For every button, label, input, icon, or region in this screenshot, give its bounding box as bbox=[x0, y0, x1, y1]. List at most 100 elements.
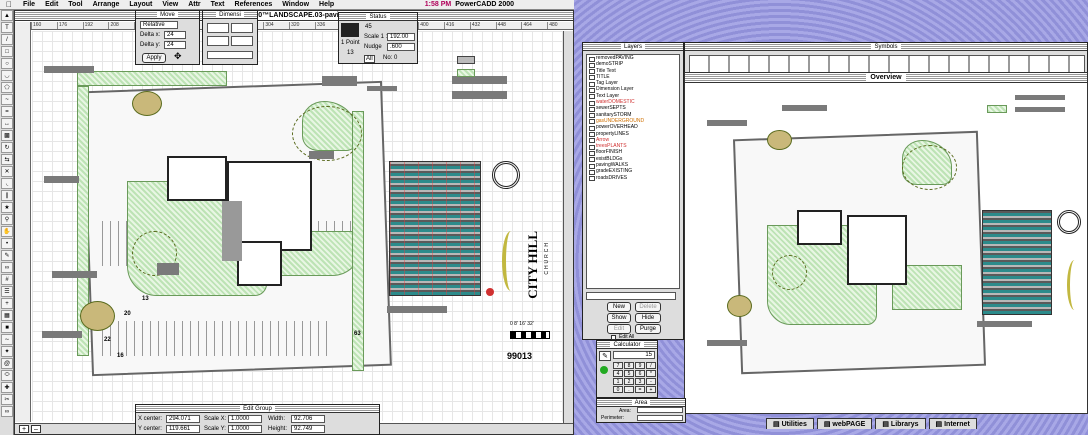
menu-help[interactable]: Help bbox=[314, 1, 339, 8]
calculator-pencil-icon[interactable]: ✎ bbox=[599, 351, 611, 361]
calc-key[interactable]: 1 bbox=[613, 378, 623, 385]
calc-key[interactable]: 2 bbox=[624, 378, 634, 385]
hatch-tool-icon[interactable]: ▦ bbox=[1, 310, 13, 321]
height-field[interactable]: 92.749 bbox=[291, 425, 325, 433]
aerial-photo[interactable] bbox=[389, 161, 481, 296]
dimension-field[interactable] bbox=[207, 51, 253, 59]
dimension-style-icon[interactable] bbox=[231, 36, 253, 46]
apply-button[interactable]: Apply bbox=[142, 53, 166, 63]
rectangle-tool-icon[interactable]: □ bbox=[1, 46, 13, 57]
application-menu[interactable]: PowerCADD 2000 bbox=[455, 1, 574, 8]
purge-layer-button[interactable]: Purge bbox=[635, 324, 661, 334]
layers-list[interactable]: removedPAVING demoSTRIP Title Text TITLE… bbox=[586, 54, 680, 289]
menu-window[interactable]: Window bbox=[277, 1, 314, 8]
snap-tool-icon[interactable]: + bbox=[1, 298, 13, 309]
tab-utilities[interactable]: ▤ Utilities bbox=[766, 418, 814, 429]
calculator-titlebar[interactable]: Calculator bbox=[597, 341, 657, 349]
drawing-canvas[interactable]: 13 20 22 16 63 CITY HILL CHURCH 0 8' 16'… bbox=[32, 31, 572, 421]
fillet-tool-icon[interactable]: ◟ bbox=[1, 178, 13, 189]
spline-tool-icon[interactable]: ∼ bbox=[1, 334, 13, 345]
edit-group-titlebar[interactable]: Edit Group bbox=[136, 405, 379, 413]
layers-titlebar[interactable]: Layers bbox=[583, 43, 683, 51]
overview-canvas[interactable] bbox=[687, 85, 1087, 413]
mirror-tool-icon[interactable]: ⇆ bbox=[1, 154, 13, 165]
calc-key[interactable]: 7 bbox=[613, 362, 623, 369]
calculator-power-icon[interactable] bbox=[600, 366, 608, 374]
circle-tool-icon[interactable]: ○ bbox=[1, 58, 13, 69]
symbol-tool-icon[interactable]: ★ bbox=[1, 202, 13, 213]
calc-key[interactable]: 9 bbox=[635, 362, 645, 369]
menu-layout[interactable]: Layout bbox=[124, 1, 157, 8]
x-center-field[interactable]: 294.071 bbox=[166, 415, 200, 423]
stamp-tool-icon[interactable]: ■ bbox=[1, 322, 13, 333]
dimension-style-icon[interactable] bbox=[207, 36, 229, 46]
menu-references[interactable]: References bbox=[230, 1, 278, 8]
text-tool-icon[interactable]: T bbox=[1, 22, 13, 33]
polygon-tool-icon[interactable]: ⬠ bbox=[1, 82, 13, 93]
menu-edit[interactable]: Edit bbox=[40, 1, 63, 8]
calc-key[interactable]: 3 bbox=[635, 378, 645, 385]
nudge-field[interactable]: .600 bbox=[387, 43, 415, 51]
show-layer-button[interactable]: Show bbox=[607, 313, 631, 323]
scale-x-field[interactable]: 1.0000 bbox=[228, 415, 262, 423]
star-tool-icon[interactable]: ✦ bbox=[1, 346, 13, 357]
zoom-tool-icon[interactable]: ⚲ bbox=[1, 214, 13, 225]
hide-layer-button[interactable]: Hide bbox=[635, 313, 661, 323]
tab-librarys[interactable]: ▤ Librarys bbox=[875, 418, 926, 429]
apple-menu-icon[interactable]:  bbox=[0, 0, 18, 9]
spiral-tool-icon[interactable]: @ bbox=[1, 358, 13, 369]
layer-row[interactable]: roadsDRIVES bbox=[587, 175, 679, 182]
eyedropper-tool-icon[interactable]: • bbox=[1, 238, 13, 249]
zoom-out-icon[interactable]: – bbox=[31, 425, 41, 433]
move-palette-titlebar[interactable]: Move bbox=[136, 11, 199, 19]
calc-key[interactable]: = bbox=[635, 386, 645, 393]
symbols-titlebar[interactable]: Symbols bbox=[685, 43, 1087, 51]
hand-tool-icon[interactable]: ✋ bbox=[1, 226, 13, 237]
calc-key[interactable]: 6 bbox=[635, 370, 645, 377]
calc-key[interactable]: 8 bbox=[624, 362, 634, 369]
dimension-tool-icon[interactable]: ↔ bbox=[1, 118, 13, 129]
scale-field[interactable]: 192.00 bbox=[387, 33, 415, 41]
tab-webpage[interactable]: ▤ webPAGE bbox=[816, 418, 873, 429]
vertical-scrollbar[interactable] bbox=[563, 31, 573, 423]
arrow-tool-icon[interactable]: ▲ bbox=[1, 10, 13, 21]
move-mode-select[interactable]: Relative bbox=[140, 21, 178, 29]
building-north[interactable] bbox=[167, 156, 227, 201]
menu-attr[interactable]: Attr bbox=[183, 1, 205, 8]
line-tool-icon[interactable]: / bbox=[1, 34, 13, 45]
arc-tool-icon[interactable]: ◡ bbox=[1, 70, 13, 81]
bezier-tool-icon[interactable]: ~ bbox=[1, 94, 13, 105]
dimension-style-icon[interactable] bbox=[207, 23, 229, 33]
grid-tool-icon[interactable]: # bbox=[1, 274, 13, 285]
layer-tool-icon[interactable]: ☰ bbox=[1, 286, 13, 297]
scale-y-field[interactable]: 1.0000 bbox=[228, 425, 262, 433]
menu-view[interactable]: View bbox=[157, 1, 183, 8]
move-arrows-icon[interactable]: ✥ bbox=[174, 51, 182, 62]
pen-color-icon[interactable] bbox=[341, 23, 359, 37]
calc-key[interactable]: / bbox=[646, 362, 656, 369]
all-toggle[interactable]: All bbox=[364, 55, 375, 63]
calc-key[interactable]: * bbox=[646, 370, 656, 377]
width-field[interactable]: 92.706 bbox=[291, 415, 325, 423]
y-center-field[interactable]: 119.661 bbox=[166, 425, 200, 433]
edit-layer-button[interactable]: Edit bbox=[607, 324, 631, 334]
calc-key[interactable]: - bbox=[646, 378, 656, 385]
delta-x-field[interactable]: 24 bbox=[164, 31, 186, 39]
zoom-in-icon[interactable]: + bbox=[19, 425, 29, 433]
offset-tool-icon[interactable]: ∥ bbox=[1, 190, 13, 201]
layer-name-field[interactable] bbox=[586, 292, 676, 300]
trim-tool-icon[interactable]: ✕ bbox=[1, 166, 13, 177]
scissor-tool-icon[interactable]: ✂ bbox=[1, 394, 13, 405]
ellipse-tool-icon[interactable]: ⬭ bbox=[1, 370, 13, 381]
tab-internet[interactable]: ▤ Internet bbox=[928, 418, 977, 429]
calc-key[interactable]: 0 bbox=[613, 386, 623, 393]
calc-key[interactable]: 5 bbox=[624, 370, 634, 377]
area-titlebar[interactable]: Area bbox=[597, 399, 685, 407]
pen-tool-icon[interactable]: ✎ bbox=[1, 250, 13, 261]
status-palette-titlebar[interactable]: Status bbox=[339, 13, 417, 21]
delta-y-field[interactable]: 24 bbox=[164, 41, 186, 49]
cross-tool-icon[interactable]: ✚ bbox=[1, 382, 13, 393]
menu-tool[interactable]: Tool bbox=[63, 1, 87, 8]
symbol-cells[interactable] bbox=[689, 55, 1085, 73]
drawing-window-titlebar[interactable]: C10™LANDSCAPE.03-pavi bbox=[15, 11, 573, 21]
